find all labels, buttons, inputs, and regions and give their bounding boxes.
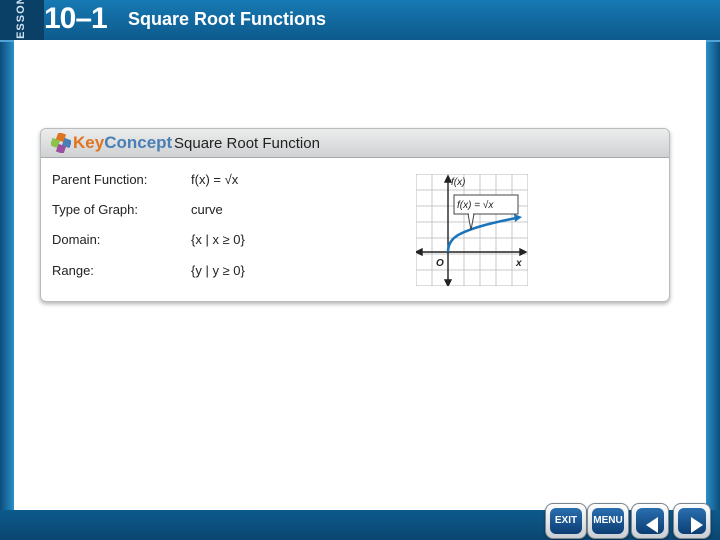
type-of-graph-label: Type of Graph: [52, 202, 138, 217]
previous-slide-button[interactable] [631, 503, 669, 539]
type-of-graph-value: curve [191, 202, 223, 217]
left-decorative-strip [0, 42, 14, 512]
key-concept-title: Square Root Function [174, 135, 320, 152]
left-arrow-icon [646, 517, 658, 533]
y-axis-label: f(x) [451, 177, 465, 188]
domain-label: Domain: [52, 232, 101, 247]
key-concept-box: KeyConcept Square Root Function Parent F… [40, 128, 670, 302]
lesson-header: LESSON 10–1 Square Root Functions [0, 0, 720, 47]
next-slide-button[interactable] [673, 503, 711, 539]
key-word: Key [73, 133, 105, 152]
key-concept-logo-icon [51, 133, 71, 153]
parent-function-label: Parent Function: [52, 172, 148, 187]
x-axis-label: x [515, 258, 522, 269]
next-button-face [678, 508, 706, 534]
parent-function-value: f(x) = √x [191, 172, 239, 187]
exit-button[interactable]: EXIT [545, 503, 587, 539]
lesson-tab: LESSON [0, 0, 44, 47]
range-label: Range: [52, 263, 94, 278]
right-arrow-icon [691, 517, 703, 533]
lesson-number: 10–1 [44, 2, 108, 35]
domain-value: {x | x ≥ 0} [191, 232, 245, 247]
right-decorative-strip [706, 42, 720, 512]
origin-label: O [436, 258, 444, 269]
previous-button-face [636, 508, 664, 534]
range-value: {y | y ≥ 0} [191, 263, 245, 278]
key-concept-wordmark: KeyConcept [73, 133, 172, 153]
lesson-title: Square Root Functions [128, 9, 326, 29]
exit-label: EXIT [550, 508, 582, 534]
concept-word: Concept [104, 133, 173, 152]
key-concept-header: KeyConcept Square Root Function [41, 129, 669, 158]
menu-label: MENU [592, 508, 624, 534]
square-root-graph: f(x) = √x f(x) x O [416, 174, 528, 286]
curve-label: f(x) = √x [457, 199, 494, 211]
menu-button[interactable]: MENU [587, 503, 629, 539]
